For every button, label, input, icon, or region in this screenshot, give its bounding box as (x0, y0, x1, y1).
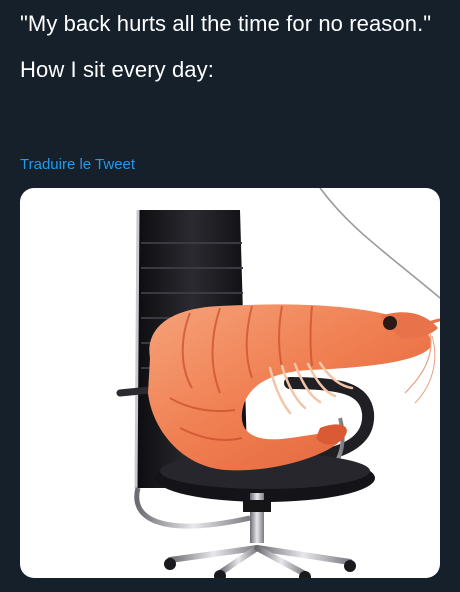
shrimp-chair-illustration (116, 188, 440, 578)
tweet-media-image[interactable] (20, 188, 440, 578)
translate-tweet-link[interactable]: Traduire le Tweet (20, 155, 135, 175)
cable-line (319, 188, 440, 299)
tweet-text: "My back hurts all the time for no reaso… (20, 6, 440, 88)
shrimp-eye (383, 316, 397, 330)
tweet-card: "My back hurts all the time for no reaso… (0, 0, 460, 592)
tweet-quote: "My back hurts all the time for no reaso… (20, 11, 432, 36)
tweet-caption: How I sit every day: (20, 57, 214, 82)
